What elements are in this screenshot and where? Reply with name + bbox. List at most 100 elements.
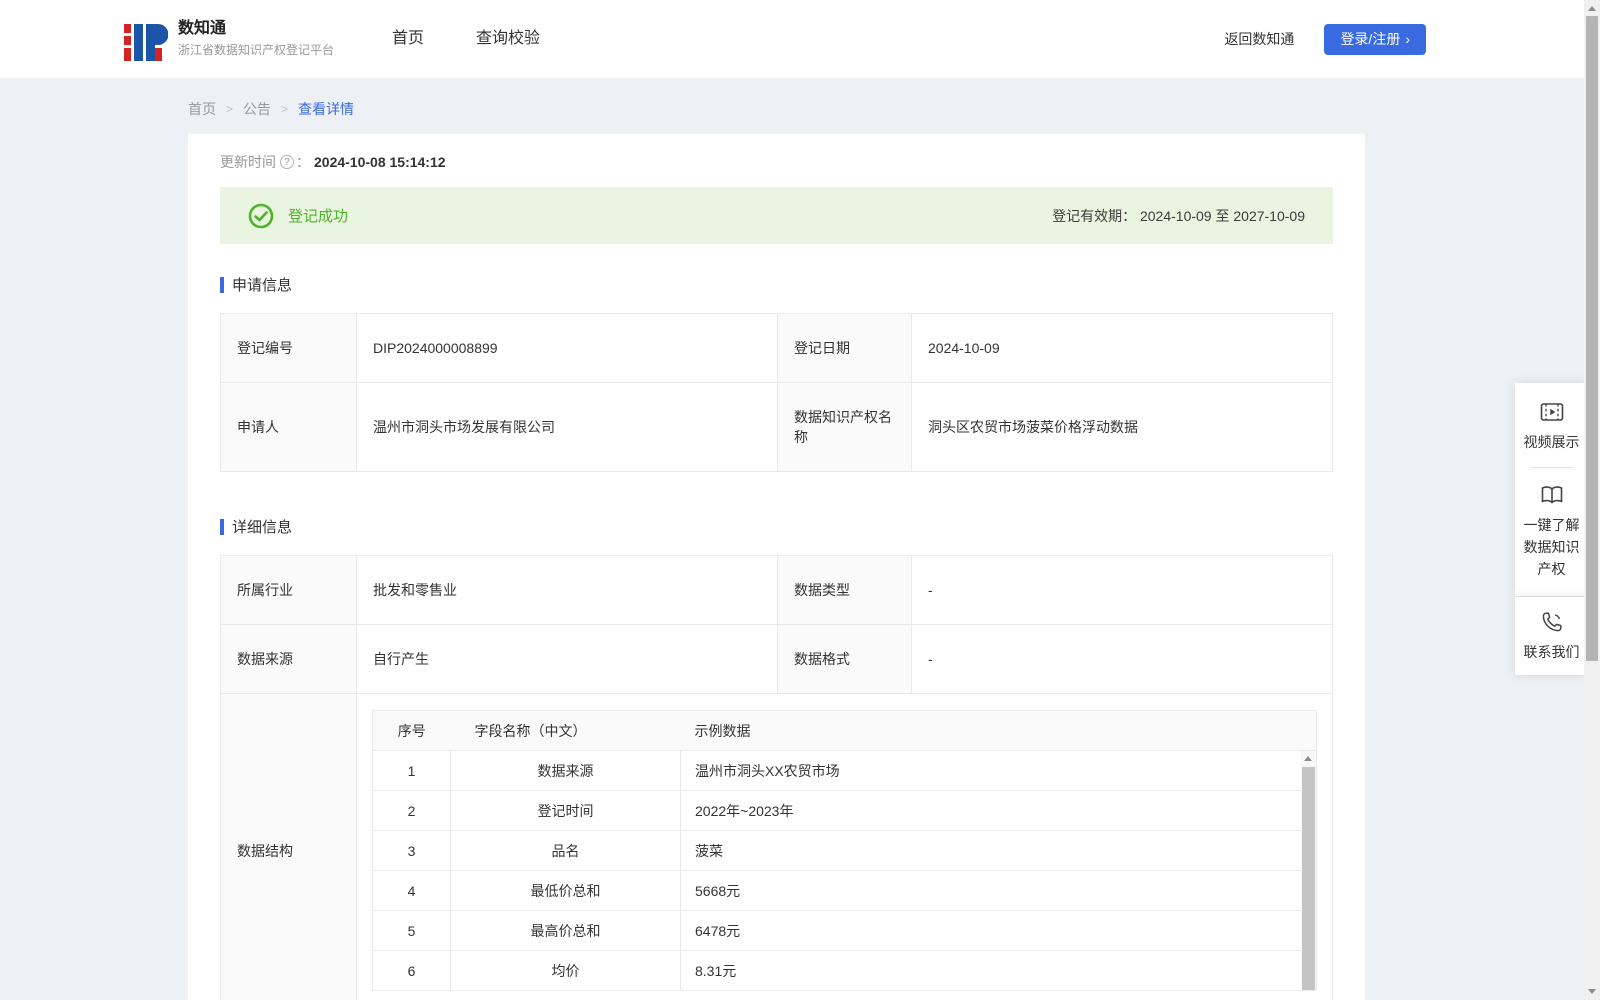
login-register-button[interactable]: 登录/注册 › (1324, 23, 1426, 55)
section-bar-icon (220, 276, 224, 293)
page-scrollbar[interactable] (1584, 0, 1600, 1000)
cell-index: 6 (372, 950, 451, 991)
float-panel-contact[interactable]: 联系我们 (1515, 597, 1588, 675)
cell-index: 4 (372, 870, 451, 911)
section-application-info: 申请信息 (220, 274, 1333, 295)
cell-label: 登记编号 (220, 313, 357, 383)
cell-label: 申请人 (220, 382, 357, 472)
main-nav: 首页 查询校验 (392, 0, 540, 78)
nav-query-verify[interactable]: 查询校验 (476, 0, 540, 78)
update-time-row: 更新时间 ? ： 2024-10-08 15:14:12 (220, 152, 1333, 172)
scrollbar-thumb[interactable] (1302, 767, 1315, 990)
status-text: 登记成功 (288, 208, 349, 225)
section-detail-info: 详细信息 (220, 516, 1333, 537)
table-row: 数据来源 自行产生 数据格式 - (220, 624, 1333, 694)
column-header-index: 序号 (372, 710, 451, 751)
breadcrumb-current: 查看详情 (298, 101, 355, 117)
learn-line-3: 产权 (1537, 561, 1566, 577)
learn-dataip-entry[interactable]: 一键了解 数据知识 产权 (1519, 482, 1584, 580)
breadcrumb-announcement[interactable]: 公告 (243, 99, 271, 119)
cell-sample-data: 5668元 (680, 870, 1317, 911)
login-register-label: 登录/注册 (1340, 31, 1401, 47)
logo-text: 数知通 浙江省数据知识产权登记平台 (178, 19, 334, 59)
cell-field-name: 最低价总和 (450, 870, 681, 911)
structure-row: 3 品名 菠菜 (372, 830, 1317, 871)
column-header-sample-data: 示例数据 (680, 710, 1317, 751)
section-detail-title: 详细信息 (232, 519, 293, 536)
cell-field-name: 最高价总和 (450, 910, 681, 951)
back-to-shuzhitong-link[interactable]: 返回数知通 (1224, 29, 1294, 49)
cell-label: 登记日期 (777, 313, 912, 383)
table-row: 登记编号 DIP2024000008899 登记日期 2024-10-09 (220, 313, 1333, 383)
update-time-value: 2024-10-08 15:14:12 (314, 154, 446, 170)
phone-icon (1542, 612, 1562, 632)
cell-label: 数据知识产权名称 (777, 382, 912, 472)
detail-info-table: 所属行业 批发和零售业 数据类型 - 数据来源 自行产生 数据格式 - 数据结构 (220, 555, 1333, 1000)
cell-value: DIP2024000008899 (356, 313, 778, 383)
scroll-up-arrow-icon[interactable] (1588, 6, 1596, 11)
logo-subtitle: 浙江省数据知识产权登记平台 (178, 43, 335, 57)
breadcrumb: 首页 > 公告 > 查看详情 (0, 78, 1600, 134)
cell-value: 自行产生 (356, 624, 778, 694)
learn-line-2: 数据知识 (1523, 539, 1580, 555)
cell-sample-data: 6478元 (680, 910, 1317, 951)
breadcrumb-home[interactable]: 首页 (188, 99, 216, 119)
column-header-field-name: 字段名称（中文） (450, 710, 681, 751)
cell-field-name: 登记时间 (450, 790, 681, 831)
cell-value: 批发和零售业 (356, 555, 778, 625)
table-row: 申请人 温州市洞头市场发展有限公司 数据知识产权名称 洞头区农贸市场菠菜价格浮动… (220, 382, 1333, 472)
video-demo-entry[interactable]: 视频展示 (1519, 399, 1584, 453)
structure-table-scrollbar[interactable] (1301, 751, 1316, 990)
section-bar-icon (220, 518, 224, 535)
cell-label: 数据来源 (220, 624, 357, 694)
cell-label: 数据类型 (777, 555, 912, 625)
cell-sample-data: 温州市洞头XX农贸市场 (680, 750, 1317, 791)
video-demo-label: 视频展示 (1523, 434, 1580, 450)
cell-field-name: 数据来源 (450, 750, 681, 791)
structure-header-row: 序号 字段名称（中文） 示例数据 (372, 710, 1317, 751)
scrollbar-thumb[interactable] (1586, 16, 1598, 661)
structure-row: 4 最低价总和 5668元 (372, 870, 1317, 911)
cell-sample-data: 8.31元 (680, 950, 1317, 991)
detail-card: 更新时间 ? ： 2024-10-08 15:14:12 登记成功 登记有效期：… (188, 134, 1365, 1000)
table-row: 所属行业 批发和零售业 数据类型 - (220, 555, 1333, 625)
update-time-colon: ： (296, 154, 310, 170)
success-check-icon (248, 203, 274, 228)
learn-line-1: 一键了解 (1523, 517, 1580, 533)
structure-table-wrapper: 序号 字段名称（中文） 示例数据 1 数据来源 温州市洞头XX农贸市场 2 登记… (372, 710, 1317, 991)
cell-label: 所属行业 (220, 555, 357, 625)
cell-label: 数据格式 (777, 624, 912, 694)
data-structure-cell: 序号 字段名称（中文） 示例数据 1 数据来源 温州市洞头XX农贸市场 2 登记… (356, 693, 1333, 1000)
top-header: 数知通 浙江省数据知识产权登记平台 首页 查询校验 返回数知通 登录/注册 › (0, 0, 1584, 78)
registration-status-banner: 登记成功 登记有效期： 2024-10-09 至 2027-10-09 (220, 187, 1333, 244)
scroll-down-arrow-icon[interactable] (1588, 989, 1596, 994)
structure-table: 序号 字段名称（中文） 示例数据 1 数据来源 温州市洞头XX农贸市场 2 登记… (372, 710, 1317, 991)
scroll-up-arrow-icon[interactable] (1304, 756, 1312, 761)
cell-value: - (911, 555, 1333, 625)
contact-us-label: 联系我们 (1523, 644, 1580, 660)
cell-sample-data: 菠菜 (680, 830, 1317, 871)
structure-row: 6 均价 8.31元 (372, 950, 1317, 991)
structure-row: 5 最高价总和 6478元 (372, 910, 1317, 951)
section-application-title: 申请信息 (232, 277, 293, 294)
cell-label: 数据结构 (220, 693, 357, 1000)
nav-home[interactable]: 首页 (392, 0, 424, 78)
chevron-right-icon: › (1405, 31, 1410, 47)
cell-sample-data: 2022年~2023年 (680, 790, 1317, 831)
cell-field-name: 品名 (450, 830, 681, 871)
cell-value: 2024-10-09 (911, 313, 1333, 383)
logo-icon (124, 24, 168, 61)
logo[interactable]: 数知通 浙江省数据知识产权登记平台 (124, 17, 334, 61)
cell-value: 温州市洞头市场发展有限公司 (356, 382, 778, 472)
help-icon[interactable]: ? (280, 155, 294, 169)
validity-period: 登记有效期： 2024-10-09 至 2027-10-09 (1052, 206, 1305, 226)
cell-field-name: 均价 (450, 950, 681, 991)
cell-value: - (911, 624, 1333, 694)
header-right: 返回数知通 登录/注册 › (1224, 23, 1426, 55)
cell-index: 3 (372, 830, 451, 871)
cell-index: 5 (372, 910, 451, 951)
breadcrumb-separator: > (226, 102, 234, 116)
update-time-label: 更新时间 (220, 154, 276, 170)
cell-value: 洞头区农贸市场菠菜价格浮动数据 (911, 382, 1333, 472)
cell-index: 1 (372, 750, 451, 791)
